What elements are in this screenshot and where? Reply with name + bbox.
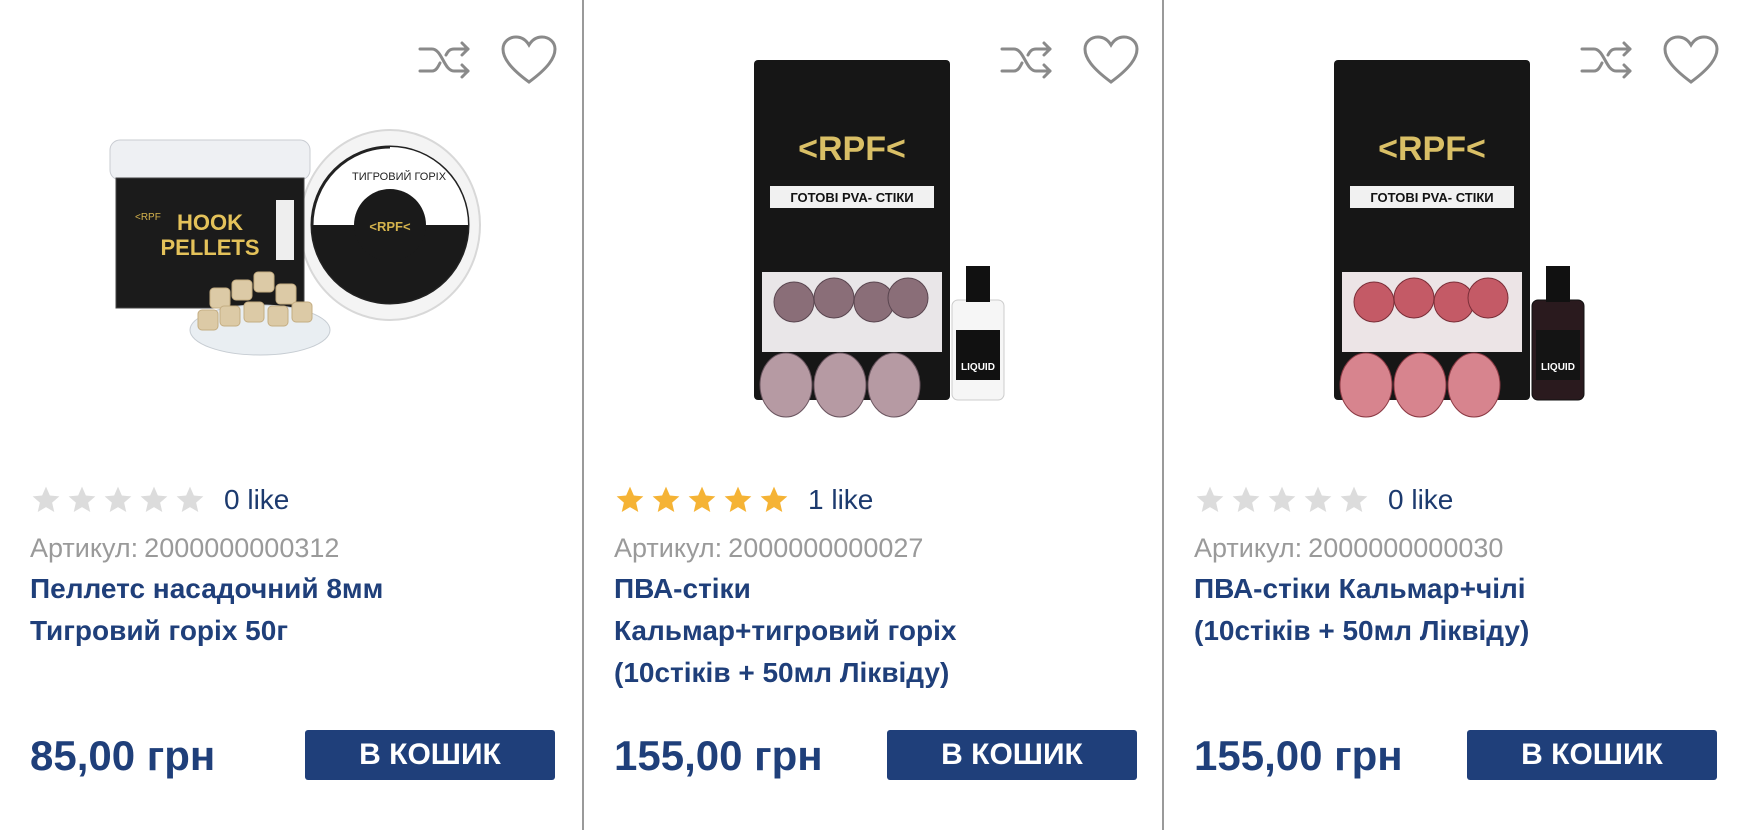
star-icon[interactable] <box>30 484 62 516</box>
star-rating[interactable] <box>614 484 790 516</box>
star-icon[interactable] <box>1302 484 1334 516</box>
sku: Артикул: 2000000000030 <box>1194 533 1503 564</box>
svg-text:PELLETS: PELLETS <box>160 235 259 260</box>
product-title-line: ПВА-стіки <box>614 573 751 604</box>
star-icon[interactable] <box>174 484 206 516</box>
product-title-line: (10стіків + 50мл Ліквіду) <box>614 657 950 688</box>
svg-text:<RPF: <RPF <box>135 212 161 223</box>
star-icon[interactable] <box>1266 484 1298 516</box>
bag-label: ГОТОВІ PVA- СТІКИ <box>1370 190 1493 205</box>
product-title-line: Пеллетс насадочний 8мм <box>30 573 384 604</box>
add-to-cart-button[interactable]: В КОШИК <box>1467 730 1717 780</box>
product-image[interactable]: <RPF< ТИГРОВИЙ ГОРІХ HOOK PELLETS <RPF <box>60 40 520 430</box>
star-icon[interactable] <box>686 484 718 516</box>
star-icon[interactable] <box>722 484 754 516</box>
product-title-line: (10стіків + 50мл Ліквіду) <box>1194 615 1530 646</box>
likes-count: 0 like <box>224 484 290 515</box>
sku-label: Артикул: <box>1194 533 1303 563</box>
product-card: <RPF< ГОТОВІ PVA- СТІКИ LIQUID <box>1162 0 1742 830</box>
add-to-cart-button[interactable]: В КОШИК <box>305 730 555 780</box>
svg-text:HOOK: HOOK <box>177 210 243 235</box>
product-title-line: ПВА-стіки Кальмар+чілі <box>1194 573 1526 604</box>
star-icon[interactable] <box>1194 484 1226 516</box>
likes-count: 0 like <box>1388 484 1454 515</box>
star-icon[interactable] <box>66 484 98 516</box>
product-title-link[interactable]: ПВА-стіки Кальмар+тигровий горіх (10стік… <box>614 568 1134 694</box>
product-card: <RPF< ТИГРОВИЙ ГОРІХ HOOK PELLETS <RPF 0… <box>0 0 580 830</box>
sku-value: 2000000000030 <box>1308 533 1504 563</box>
star-icon[interactable] <box>614 484 646 516</box>
brand-logo: <RPF< <box>1378 130 1486 168</box>
product-title-line: Тигровий горіх 50г <box>30 615 288 646</box>
star-icon[interactable] <box>1230 484 1262 516</box>
sku: Артикул: 2000000000312 <box>30 533 339 564</box>
rating: 1 like <box>614 484 873 516</box>
product-price: 85,00 грн <box>30 732 216 779</box>
sku-label: Артикул: <box>30 533 139 563</box>
star-icon[interactable] <box>650 484 682 516</box>
brand-logo: <RPF< <box>798 130 906 168</box>
product-grid: <RPF< ТИГРОВИЙ ГОРІХ HOOK PELLETS <RPF 0… <box>0 0 1750 830</box>
rating: 0 like <box>1194 484 1453 516</box>
product-image[interactable]: <RPF< ГОТОВІ PVA- СТІКИ LIQUID <box>1224 40 1684 430</box>
star-icon[interactable] <box>1338 484 1370 516</box>
product-title-link[interactable]: Пеллетс насадочний 8мм Тигровий горіх 50… <box>30 568 550 652</box>
rating: 0 like <box>30 484 289 516</box>
star-icon[interactable] <box>138 484 170 516</box>
sku: Артикул: 2000000000027 <box>614 533 923 564</box>
star-icon[interactable] <box>102 484 134 516</box>
bottle-label: LIQUID <box>961 362 995 373</box>
star-rating[interactable] <box>30 484 206 516</box>
product-image[interactable]: <RPF< ГОТОВІ PVA- СТІКИ LIQUID <box>644 40 1104 430</box>
product-price: 155,00 грн <box>614 732 823 779</box>
sku-value: 2000000000312 <box>144 533 340 563</box>
bottle-label: LIQUID <box>1541 362 1575 373</box>
svg-text:<RPF<: <RPF< <box>369 219 411 234</box>
star-icon[interactable] <box>758 484 790 516</box>
sku-value: 2000000000027 <box>728 533 924 563</box>
add-to-cart-button[interactable]: В КОШИК <box>887 730 1137 780</box>
lid-label: ТИГРОВИЙ ГОРІХ <box>352 170 447 183</box>
product-title-link[interactable]: ПВА-стіки Кальмар+чілі (10стіків + 50мл … <box>1194 568 1714 652</box>
product-price: 155,00 грн <box>1194 732 1403 779</box>
product-title-line: Кальмар+тигровий горіх <box>614 615 957 646</box>
bag-label: ГОТОВІ PVA- СТІКИ <box>790 190 913 205</box>
sku-label: Артикул: <box>614 533 723 563</box>
product-card: <RPF< ГОТОВІ PVA- СТІКИ LIQUID <box>582 0 1162 830</box>
star-rating[interactable] <box>1194 484 1370 516</box>
likes-count: 1 like <box>808 484 874 515</box>
